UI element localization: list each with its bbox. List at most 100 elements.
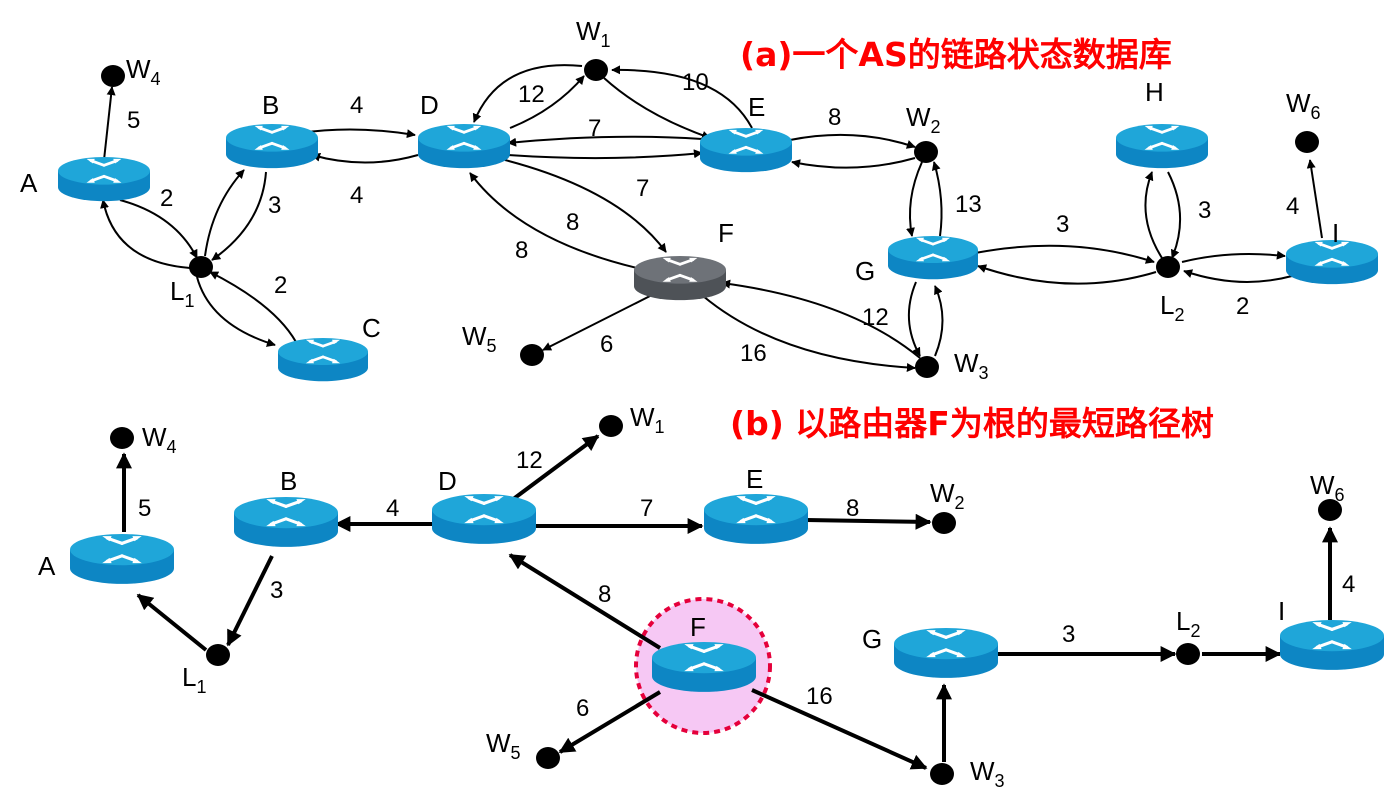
network-dot-icon [1156, 256, 1180, 278]
link-d-e [507, 149, 703, 160]
cost-label: 5 [138, 495, 151, 522]
tree-edge-f-d [508, 553, 662, 650]
router-b [234, 497, 338, 549]
router-label: E [748, 92, 765, 122]
link-e-d [507, 135, 703, 147]
network-dot-icon [536, 747, 560, 769]
panel-b-labels: A B D E F G I W4 W1 W2 W3 W5 W6 L1 L2 [38, 402, 1345, 791]
network-dot-icon [110, 427, 134, 449]
cost-label: 16 [740, 340, 767, 367]
link-g-l2 [974, 244, 1155, 264]
panel-a-costs: 5 2 3 2 4 4 12 10 7 7 8 8 8 13 6 16 12 3… [127, 69, 1299, 367]
cost-label: 5 [127, 107, 140, 134]
router-b [226, 124, 318, 170]
router-f [652, 642, 756, 694]
router-d [418, 124, 510, 170]
cost-label: 7 [640, 495, 653, 522]
router-label: A [20, 168, 38, 198]
network-dot-icon [101, 65, 125, 87]
network-label-w4: W4 [142, 422, 177, 457]
router-label: H [1145, 77, 1164, 107]
cost-label: 7 [636, 175, 649, 202]
network-label-w2: W2 [906, 102, 941, 137]
tree-edge-b-l1 [226, 555, 274, 647]
link-w2-e [791, 157, 916, 169]
tree-edge-e-w2 [805, 513, 932, 530]
link-w3-g [934, 285, 944, 357]
router-label: B [280, 466, 297, 496]
router-g [888, 236, 978, 281]
panel-b-title: (b) 以路由器F为根的最短路径树 [730, 404, 1214, 443]
panel-a-routers [58, 124, 1378, 383]
cost-label: 3 [270, 577, 283, 604]
router-label: D [420, 90, 439, 120]
network-dot-icon [1295, 131, 1319, 153]
network-dot-icon [930, 763, 954, 785]
router-label: B [262, 90, 279, 120]
network-dot-icon [189, 256, 213, 278]
cost-label: 3 [1198, 197, 1211, 224]
router-f [634, 256, 726, 302]
tree-edge-l1-a [136, 593, 208, 652]
link-g-w2 [931, 161, 943, 237]
router-c [278, 338, 368, 383]
link-e-w2 [789, 133, 916, 149]
link-h-l2 [1167, 171, 1182, 259]
cost-label: 10 [682, 69, 709, 96]
panel-a-title: (a)一个AS的链路状态数据库 [740, 35, 1172, 74]
router-label: A [38, 551, 56, 581]
router-e [704, 494, 808, 546]
cost-label: 13 [955, 191, 982, 218]
router-g [894, 628, 998, 680]
cost-label: 4 [386, 495, 399, 522]
cost-label: 3 [268, 192, 281, 219]
cost-label: 8 [598, 581, 611, 608]
router-label: E [746, 464, 763, 494]
router-a [70, 534, 174, 586]
cost-label: 7 [588, 115, 601, 142]
panel-a-networks [101, 59, 1319, 378]
network-label-w6: W6 [1286, 88, 1321, 123]
router-a [58, 157, 150, 203]
network-dot-icon [520, 344, 544, 366]
cost-label: 6 [600, 331, 613, 358]
router-label: G [862, 624, 882, 654]
cost-label: 12 [518, 81, 545, 108]
cost-label: 4 [350, 92, 363, 119]
cost-label: 12 [516, 447, 543, 474]
router-label: I [1278, 596, 1285, 626]
router-label: F [718, 218, 734, 248]
network-dot-icon [932, 512, 956, 534]
link-b-d [299, 128, 416, 139]
router-d [432, 494, 536, 546]
cost-label: 3 [1062, 621, 1075, 648]
link-a-w4 [103, 86, 116, 161]
router-label: D [438, 466, 457, 496]
link-l2-g [977, 264, 1157, 285]
link-d-f [504, 159, 667, 253]
network-dot-icon [599, 415, 623, 437]
link-f-d [469, 172, 638, 269]
cost-label: 12 [862, 304, 889, 331]
network-label-l1: L1 [170, 276, 194, 311]
router-i [1280, 620, 1384, 672]
network-label-w6: W6 [1310, 470, 1345, 505]
link-i-w6 [1306, 159, 1323, 239]
cost-label: 4 [1342, 571, 1355, 598]
network-label-w3: W3 [954, 348, 989, 383]
cost-label: 2 [274, 272, 287, 299]
cost-label: 3 [1056, 211, 1069, 238]
panel-a: (a)一个AS的链路状态数据库 5 2 3 2 4 4 12 10 7 7 8 … [20, 16, 1378, 383]
link-w2-g [906, 161, 923, 237]
cost-label: 8 [566, 209, 579, 236]
cost-label: 8 [828, 104, 841, 131]
network-label-w1: W1 [576, 16, 611, 51]
link-b-l1 [211, 171, 267, 261]
network-dot-icon [915, 356, 939, 378]
tree-edge-f-w5 [558, 690, 662, 754]
link-f-w5 [542, 295, 651, 351]
panel-a-links [100, 64, 1323, 373]
network-dot-icon [584, 59, 608, 81]
network-dot-icon [206, 644, 230, 666]
link-l2-h [1144, 171, 1163, 259]
